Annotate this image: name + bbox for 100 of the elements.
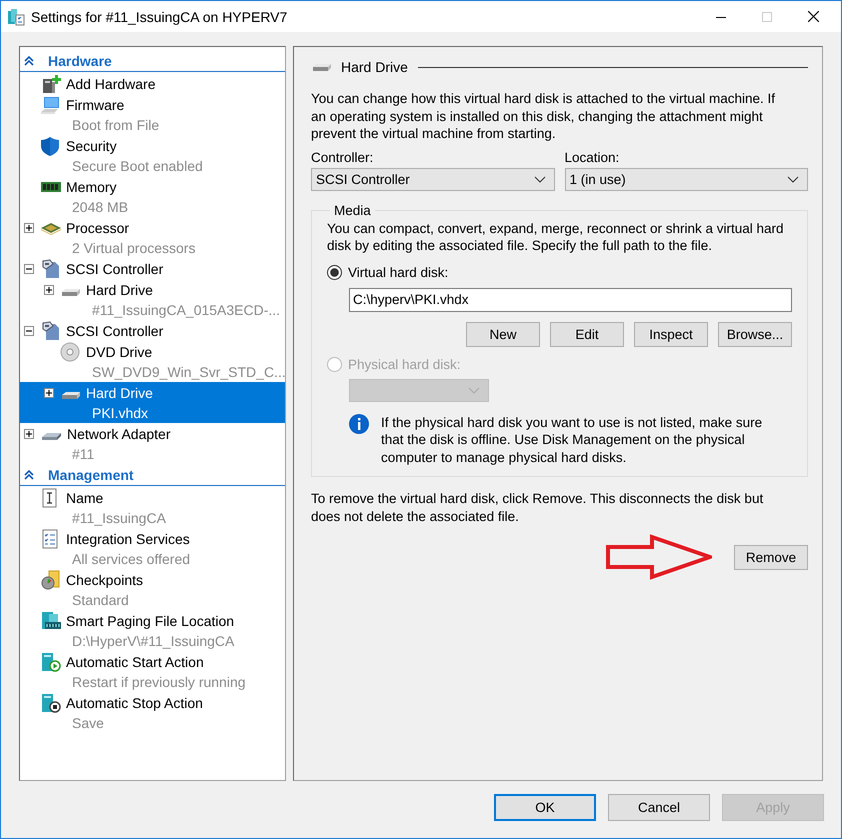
- item-label: Processor: [66, 220, 130, 236]
- chevron-down-icon: [468, 386, 480, 394]
- item-label: Name: [66, 490, 104, 506]
- window-title: Settings for #11_IssuingCA on HYPERV7: [31, 8, 288, 24]
- item-detail: 2 Virtual processors: [72, 240, 196, 256]
- dialog-button[interactable]: OK: [494, 794, 596, 821]
- media-button[interactable]: Browse...: [718, 322, 792, 346]
- drive-icon: [62, 288, 80, 296]
- item-label: Automatic Start Action: [66, 654, 204, 670]
- chevron-down-icon: [534, 176, 546, 182]
- tree-item[interactable]: Network Adapter #11: [20, 423, 285, 464]
- item-detail: #11_IssuingCA_015A3ECD-...: [92, 302, 280, 318]
- drive-icon: [313, 64, 331, 70]
- location-select[interactable]: 1 (in use): [564, 168, 808, 190]
- item-detail: 2048 MB: [72, 199, 128, 215]
- section-title: Hard Drive: [341, 59, 408, 75]
- close-icon[interactable]: [808, 11, 819, 22]
- item-detail: All services offered: [72, 551, 190, 567]
- item-label: Hard Drive: [86, 282, 153, 298]
- item-detail: PKI.vhdx: [92, 405, 148, 421]
- tree-item[interactable]: Security Secure Boot enabled: [20, 135, 285, 176]
- tree-item[interactable]: DVD Drive SW_DVD9_Win_Svr_STD_C...: [20, 341, 285, 382]
- chevron-down-icon: [787, 176, 799, 182]
- info-icon: [349, 414, 369, 434]
- item-label: Security: [66, 138, 117, 154]
- item-label: Integration Services: [66, 530, 190, 546]
- item-label: Checkpoints: [66, 572, 144, 588]
- monitor-icon: [40, 94, 62, 114]
- item-detail: D:\HyperV\#11_IssuingCA: [72, 633, 234, 649]
- tree-item[interactable]: Integration Services All services offered: [20, 528, 285, 569]
- item-label: Memory: [66, 178, 117, 194]
- network-card-icon: [42, 432, 61, 440]
- item-detail: Secure Boot enabled: [72, 158, 203, 174]
- remove-note: To remove the virtual hard disk, click Remove. This disconnects the disk but does not delete the associated file.: [311, 490, 764, 525]
- collapse-icon[interactable]: [24, 326, 34, 336]
- path-field[interactable]: C:\hyperv\PKI.vhdx: [349, 288, 792, 312]
- media-description: You can compact, convert, expand, merge, reconnect or shrink a virtual hard disk by editing the associated file. Specify the full path to the file.: [327, 220, 784, 254]
- dialog-button[interactable]: Cancel: [608, 794, 710, 821]
- tree-item[interactable]: Hard Drive #11_IssuingCA_015A3ECD-...: [20, 279, 285, 320]
- item-detail: Standard: [72, 592, 129, 608]
- info-text: If the physical hard disk you want to use is not listed, make sure that the disk is offline. Use Disk Management on the physical computer to manage physical hard disks.: [381, 414, 764, 466]
- item-label: Smart Paging File Location: [66, 612, 234, 628]
- server-chip-icon: [40, 610, 62, 630]
- tree-item[interactable]: Checkpoints Standard: [20, 569, 285, 610]
- description-text: You can change how this virtual hard disk is attached to the virtual machine. If an operating system is installed on this disk, changing the attachment might prevent the virtual machine from starting.: [311, 90, 776, 142]
- tree-item[interactable]: Firmware Boot from File: [20, 94, 285, 135]
- tree-item[interactable]: Memory 2048 MB: [20, 176, 285, 217]
- section-header: Hardware: [48, 52, 112, 68]
- item-label: Automatic Stop Action: [66, 694, 203, 710]
- group-title: Media: [333, 202, 372, 218]
- item-detail: #11: [72, 446, 94, 462]
- tree-item[interactable]: SCSI Controller: [20, 320, 285, 341]
- item-detail: Boot from File: [72, 117, 160, 133]
- remove-button[interactable]: Remove: [734, 544, 808, 570]
- radio-button[interactable]: [327, 264, 342, 280]
- item-label: Network Adapter: [67, 426, 170, 442]
- collapse-chevron-icon[interactable]: [24, 56, 34, 66]
- media-button[interactable]: Inspect: [634, 322, 708, 346]
- item-detail: #11_IssuingCA: [72, 510, 166, 526]
- shield-icon: [40, 136, 62, 156]
- expand-icon[interactable]: [24, 428, 34, 438]
- tree-item[interactable]: Name #11_IssuingCA: [20, 487, 285, 528]
- field-label: Location:: [564, 150, 620, 164]
- section-header: Management: [48, 466, 134, 482]
- controller-card-icon: [40, 320, 62, 340]
- item-detail: Restart if previously running: [72, 674, 246, 690]
- item-label: DVD Drive: [86, 344, 152, 360]
- server-plus-icon: [40, 74, 62, 94]
- media-button[interactable]: New: [466, 322, 540, 346]
- field-label: Controller:: [311, 150, 374, 164]
- server-stop-icon: [40, 692, 62, 712]
- tree-item[interactable]: SCSI Controller: [20, 258, 285, 279]
- item-label: Firmware: [66, 96, 124, 112]
- tree-item[interactable]: Add Hardware: [20, 73, 285, 94]
- collapse-chevron-icon[interactable]: [24, 470, 34, 480]
- item-label: SCSI Controller: [66, 322, 164, 338]
- drive-icon: [62, 392, 80, 398]
- disc-icon: [60, 342, 82, 362]
- collapse-icon[interactable]: [24, 264, 34, 274]
- item-label: Add Hardware: [66, 76, 156, 92]
- media-button[interactable]: Edit: [550, 322, 624, 346]
- tree-item[interactable]: Smart Paging File Location D:\HyperV\#11_IssuingCA: [20, 610, 285, 651]
- tree-item[interactable]: Hard Drive PKI.vhdx: [20, 382, 285, 423]
- expand-icon[interactable]: [44, 284, 54, 294]
- item-detail: Save: [72, 715, 104, 731]
- expand-icon[interactable]: [44, 388, 54, 398]
- tree-item[interactable]: Automatic Stop Action Save: [20, 692, 285, 733]
- tree-item[interactable]: Processor 2 Virtual processors: [20, 217, 285, 258]
- controller-select[interactable]: SCSI Controller: [311, 168, 554, 190]
- expand-icon[interactable]: [24, 222, 34, 232]
- radio-label: Virtual hard disk:: [348, 264, 448, 280]
- controller-card-icon: [40, 258, 62, 278]
- tree-item[interactable]: Automatic Start Action Restart if previously running: [20, 651, 285, 692]
- server-play-icon: [40, 652, 62, 672]
- item-label: SCSI Controller: [66, 260, 164, 276]
- stopwatch-icon: [40, 570, 62, 590]
- radio-label: Physical hard disk:: [348, 356, 461, 372]
- item-label: Hard Drive: [86, 384, 153, 400]
- app-icon: [7, 8, 25, 26]
- item-detail: SW_DVD9_Win_Svr_STD_C...: [92, 364, 286, 380]
